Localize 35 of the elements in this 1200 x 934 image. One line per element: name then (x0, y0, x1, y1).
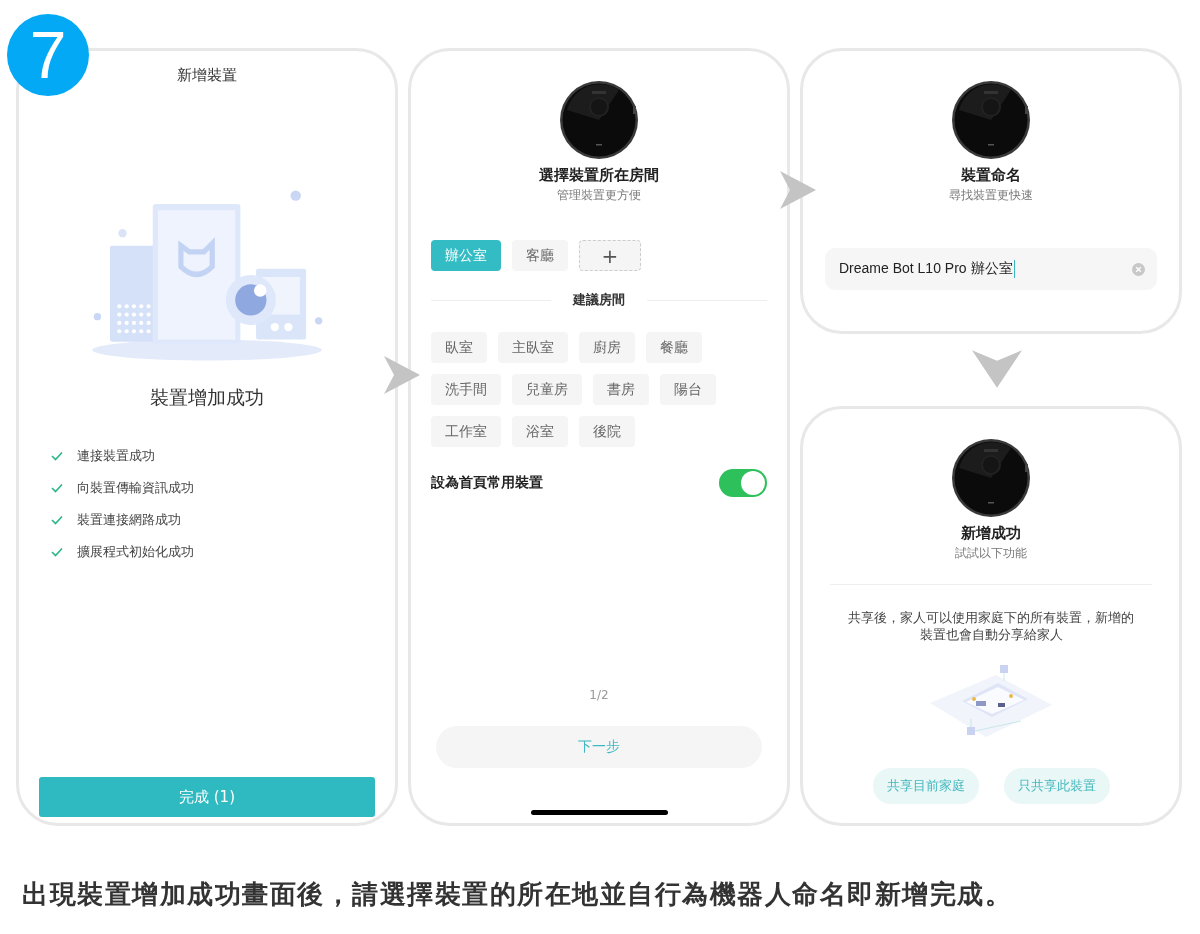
page-indicator: 1/2 (589, 688, 609, 702)
success-heading: 裝置增加成功 (150, 385, 264, 410)
room-chip[interactable]: 兒童房 (512, 374, 582, 405)
chevron-down-icon (972, 350, 1022, 388)
clear-icon[interactable] (1132, 262, 1145, 276)
section-title: 建議房間 (573, 291, 625, 309)
room-chip[interactable]: 陽台 (660, 374, 716, 405)
step-label: 裝置連接網路成功 (77, 511, 181, 529)
step-label: 向裝置傳輸資訊成功 (77, 479, 194, 497)
room-chip[interactable]: 廚房 (579, 332, 635, 363)
room-chip[interactable]: 浴室 (512, 416, 568, 447)
description-text: 共享後，家人可以使用家庭下的所有裝置，新增的裝置也會自動分享給家人 (847, 609, 1135, 643)
room-chip[interactable]: 主臥室 (498, 332, 568, 363)
room-chip[interactable]: 客廳 (512, 240, 568, 271)
screen-subheading: 尋找裝置更快速 (949, 187, 1033, 204)
room-chip[interactable]: 洗手間 (431, 374, 501, 405)
step-label: 連接裝置成功 (77, 447, 155, 465)
step-label: 擴展程式初始化成功 (77, 543, 194, 561)
screen-heading: 裝置命名 (961, 166, 1021, 185)
room-chip[interactable]: 臥室 (431, 332, 487, 363)
screen-title: 新增裝置 (177, 66, 237, 85)
room-chip[interactable]: 書房 (593, 374, 649, 405)
room-chip[interactable]: 工作室 (431, 416, 501, 447)
screen-subheading: 試試以下功能 (955, 545, 1027, 562)
toggle-switch[interactable] (719, 469, 767, 497)
caption-text: 出現裝置增加成功畫面後，請選擇裝置的所在地並自行為機器人命名即新增完成。 (22, 878, 1012, 911)
add-room-button[interactable]: + (579, 240, 641, 271)
screen-heading: 新增成功 (961, 524, 1021, 543)
room-chip[interactable]: 後院 (579, 416, 635, 447)
name-field[interactable]: Dreame Bot L10 Pro 辦公室 (825, 248, 1157, 290)
setting-label: 設為首頁常用裝置 (431, 474, 543, 492)
screen-heading: 選擇裝置所在房間 (539, 166, 659, 185)
room-chip[interactable]: 餐廳 (646, 332, 702, 363)
screen-subheading: 管理裝置更方便 (557, 187, 641, 204)
step-badge: 7 (7, 14, 89, 96)
